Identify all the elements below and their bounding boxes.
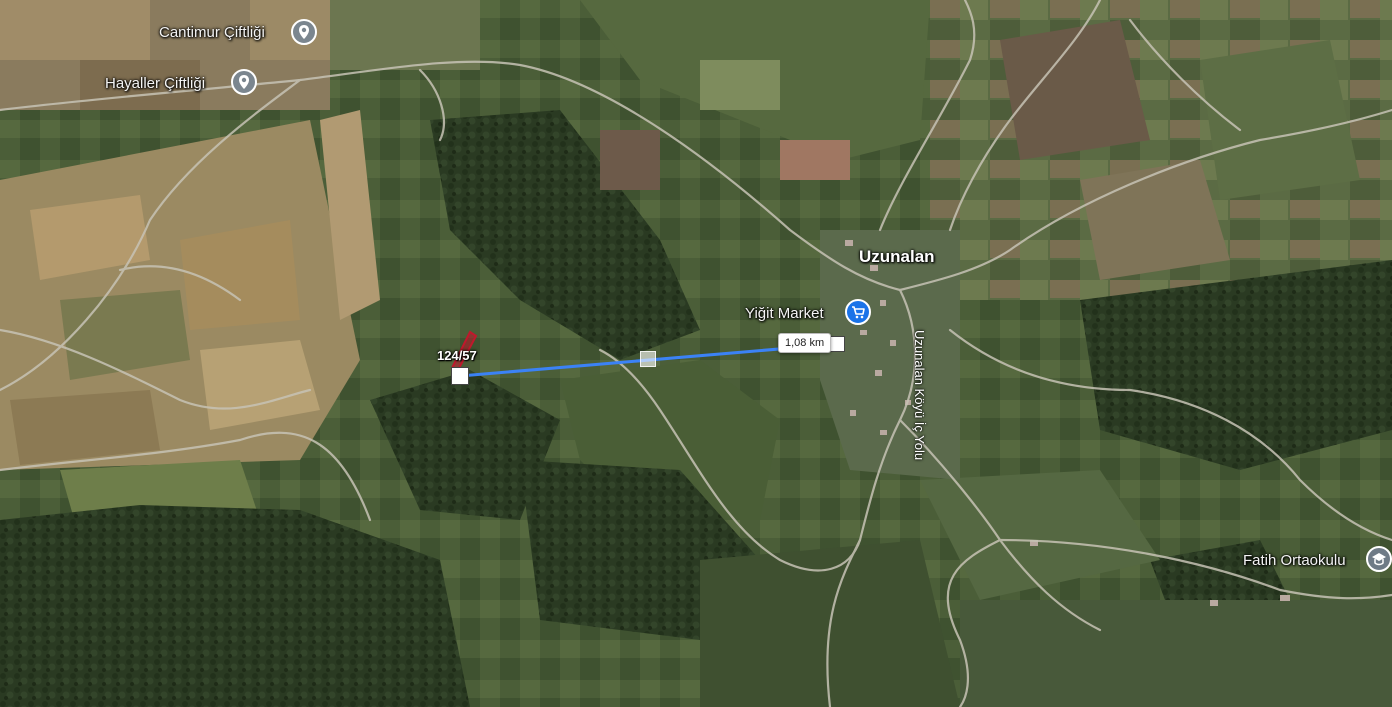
measure-midpoint-handle[interactable]: [640, 351, 656, 367]
distance-label: 1,08 km: [778, 333, 832, 353]
pin-icon[interactable]: [291, 19, 317, 45]
poi-label-yigit-market[interactable]: Yiğit Market: [745, 305, 824, 322]
school-icon[interactable]: [1366, 546, 1392, 572]
poi-label-fatih-ortaokulu[interactable]: Fatih Ortaokulu: [1243, 552, 1346, 569]
shopping-cart-icon[interactable]: [845, 299, 871, 325]
measure-line[interactable]: [0, 0, 1392, 707]
road-label-koy-ic-yolu: Uzunalan Köyü İç Yolu: [912, 330, 927, 461]
poi-label-cantimur[interactable]: Cantimur Çiftliği: [159, 24, 265, 41]
satellite-map[interactable]: 1,08 km 124/57 Cantimur Çiftliği Hayalle…: [0, 0, 1392, 707]
measure-start-handle[interactable]: [451, 367, 469, 385]
pin-icon[interactable]: [231, 69, 257, 95]
village-label[interactable]: Uzunalan: [859, 247, 935, 267]
parcel-number-label: 124/57: [437, 348, 477, 363]
poi-label-hayaller[interactable]: Hayaller Çiftliği: [105, 75, 205, 92]
measure-end-handle[interactable]: [829, 336, 845, 352]
